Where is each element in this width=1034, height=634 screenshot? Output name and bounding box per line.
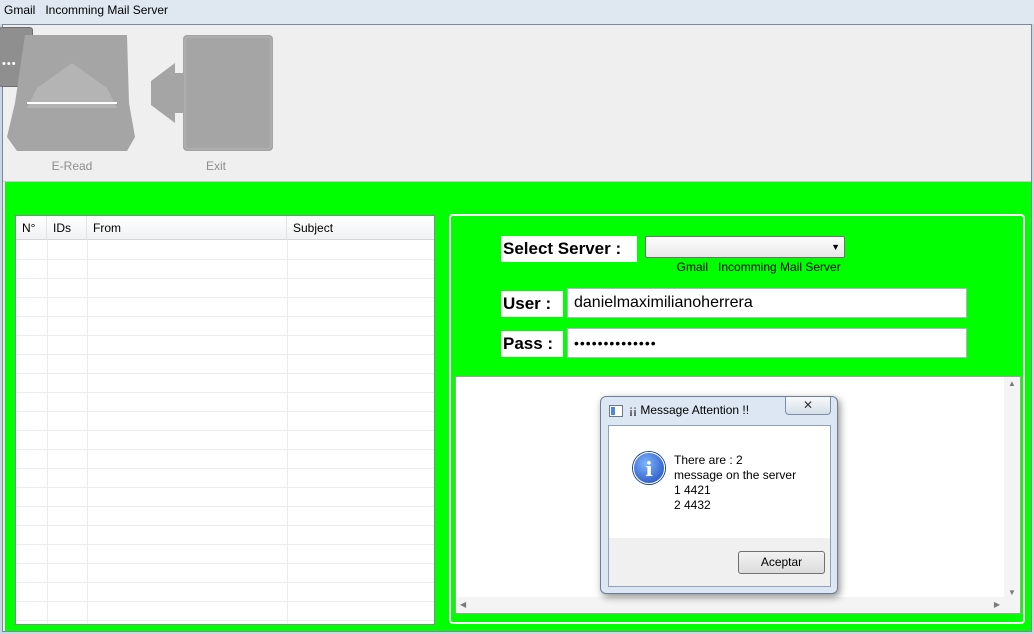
- vertical-scrollbar[interactable]: ▲ ▼: [1004, 377, 1020, 599]
- toolbar: ••• E-Read Exit: [0, 25, 1031, 182]
- column-header-from[interactable]: From: [87, 216, 287, 240]
- info-icon: i: [633, 452, 665, 484]
- dialog-body: i There are : 2 message on the server 1 …: [608, 425, 831, 587]
- mail-list-table[interactable]: N° IDs From Subject: [15, 215, 435, 625]
- column-header-ids[interactable]: IDs: [47, 216, 87, 240]
- table-grid-line: [16, 449, 434, 450]
- table-header: N° IDs From Subject: [16, 216, 434, 240]
- window-title: Gmail Incomming Mail Server: [4, 3, 169, 17]
- envelope-read-icon: [7, 35, 135, 151]
- e-read-button[interactable]: E-Read: [7, 33, 137, 178]
- user-label: User :: [501, 291, 563, 317]
- table-grid-line: [16, 259, 434, 260]
- table-grid-line: [16, 430, 434, 431]
- table-grid-line: [16, 392, 434, 393]
- dialog-title: ¡¡ Message Attention !!: [629, 403, 750, 417]
- table-grid-line: [16, 316, 434, 317]
- table-grid-line: [16, 525, 434, 526]
- app-window-icon: [609, 405, 623, 417]
- table-grid-column: [287, 240, 288, 624]
- table-grid-line: [16, 411, 434, 412]
- message-dialog: ¡¡ Message Attention !! ✕ i There are : …: [600, 396, 838, 594]
- exit-label: Exit: [205, 159, 226, 173]
- scroll-up-icon[interactable]: ▲: [1008, 379, 1016, 388]
- table-grid-line: [16, 354, 434, 355]
- server-select-value: Gmail Incomming Mail Server: [676, 260, 841, 274]
- password-input[interactable]: ••••••••••••••: [567, 328, 967, 358]
- table-grid-column: [47, 240, 48, 624]
- horizontal-scrollbar[interactable]: ◀ ▶: [456, 597, 1020, 613]
- message-line: 2 4432: [674, 498, 711, 512]
- exit-door-icon: [151, 35, 273, 151]
- table-grid-line: [16, 373, 434, 374]
- e-read-label: E-Read: [51, 159, 93, 173]
- table-grid-line: [16, 335, 434, 336]
- column-header-number[interactable]: N°: [16, 216, 47, 240]
- dialog-content: i There are : 2 message on the server 1 …: [609, 426, 830, 538]
- table-grid-line: [16, 468, 434, 469]
- ok-button[interactable]: Aceptar: [738, 551, 825, 574]
- dropdown-arrow-icon: ▼: [831, 242, 840, 252]
- table-grid-line: [16, 601, 434, 602]
- table-grid-line: [16, 487, 434, 488]
- table-grid-line: [16, 506, 434, 507]
- title-bar: Gmail Incomming Mail Server: [0, 0, 1034, 24]
- table-grid-line: [16, 582, 434, 583]
- exit-button[interactable]: Exit: [151, 33, 281, 178]
- scroll-right-icon[interactable]: ▶: [994, 600, 1000, 609]
- message-line: message on the server: [674, 468, 797, 482]
- table-grid-line: [16, 620, 434, 621]
- message-line: There are : 2: [674, 453, 743, 467]
- table-grid-line: [16, 278, 434, 279]
- table-grid-column: [87, 240, 88, 624]
- table-grid-line: [16, 544, 434, 545]
- scroll-down-icon[interactable]: ▼: [1008, 588, 1016, 597]
- server-select[interactable]: Gmail Incomming Mail Server ▼: [645, 236, 845, 274]
- column-header-subject[interactable]: Subject: [287, 216, 434, 240]
- table-grid-line: [16, 563, 434, 564]
- scroll-left-icon[interactable]: ◀: [460, 600, 466, 609]
- server-label: Select Server :: [501, 236, 637, 262]
- main-window: ••• E-Read Exit N° IDs From Subject Sele…: [0, 24, 1032, 632]
- table-grid-line: [16, 297, 434, 298]
- close-button[interactable]: ✕: [785, 397, 831, 415]
- pass-label: Pass :: [501, 331, 563, 357]
- user-input[interactable]: danielmaximilianoherrera: [567, 288, 967, 318]
- message-line: 1 4421: [674, 483, 711, 497]
- content-area: N° IDs From Subject Select Server : Gmai…: [5, 182, 1031, 631]
